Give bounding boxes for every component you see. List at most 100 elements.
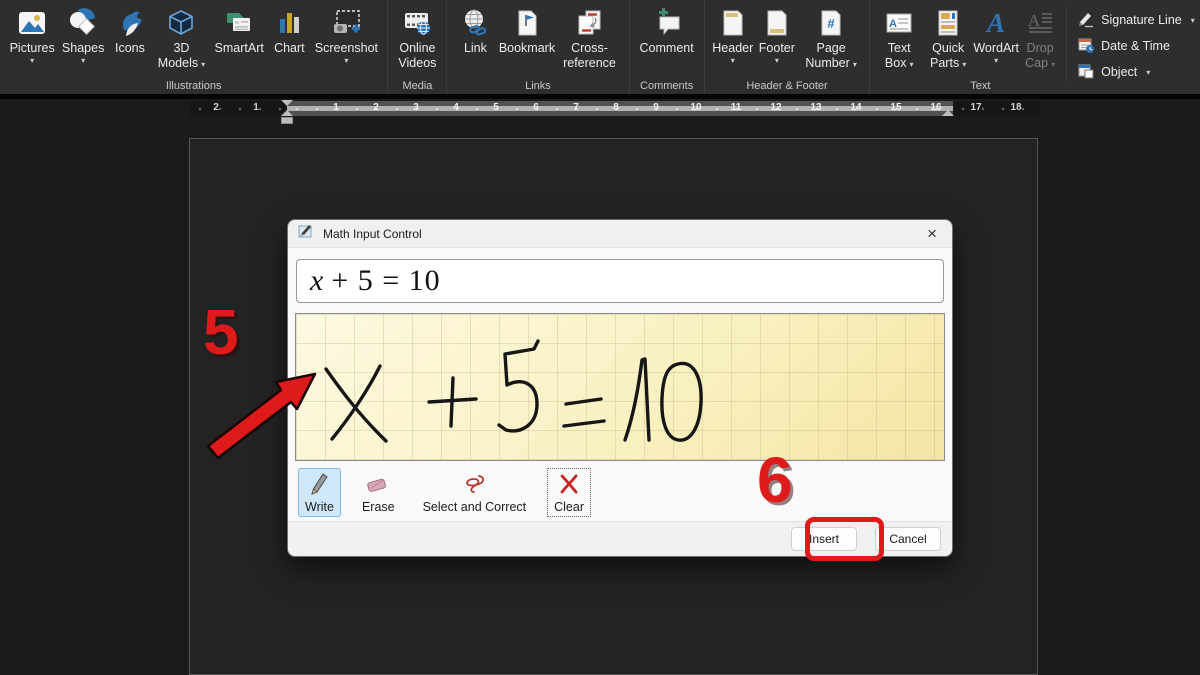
chevron-down-icon: ▾ [962,60,966,69]
ribbon-insert-tab: Pictures ▾ Shapes ▾ Icons 3D Mo [0,0,1200,94]
ribbon-group-comments: Comment Comments [630,0,705,94]
horizontal-ruler[interactable]: 2 1 1 2 3 4 5 6 7 8 9 10 11 12 13 14 15 … [190,101,1040,116]
eraser-icon [365,472,391,499]
group-label-text: Text [870,80,1090,92]
quick-parts-icon [933,7,963,39]
dialog-titlebar[interactable]: Math Input Control × [288,220,952,248]
ribbon-group-header-footer: Header ▾ Footer ▾ # Page Number▾ Header … [705,0,871,94]
header-button[interactable]: Header ▾ [711,5,755,67]
chart-button[interactable]: Chart [267,5,311,58]
svg-text:A: A [889,18,897,30]
chevron-down-icon: ▾ [201,60,205,69]
dialog-footer: Insert Cancel [288,521,952,556]
ribbon-group-media: Online Videos Media [388,0,447,94]
comment-icon [652,7,682,39]
chevron-down-icon: ▾ [731,57,735,65]
write-tool-button[interactable]: Write [298,468,341,517]
handwriting-canvas[interactable] [295,313,945,461]
math-input-icon [298,223,315,244]
ruler-right-margin: 17 18 [953,101,1040,116]
group-label-media: Media [388,80,446,92]
wordart-icon: A [981,7,1011,39]
group-label-header-footer: Header & Footer [705,80,870,92]
math-input-control-dialog: Math Input Control × x + 5 = 10 [287,219,953,557]
chevron-down-icon: ▾ [909,60,913,69]
group-label-links: Links [447,80,628,92]
signature-line-button[interactable]: Signature Line ▾ [1077,9,1195,31]
shapes-button[interactable]: Shapes ▾ [58,5,108,67]
cancel-button[interactable]: Cancel [875,527,941,551]
wordart-button[interactable]: A WordArt ▾ [974,5,1018,67]
lasso-icon [461,472,487,499]
text-group-side-column: Signature Line ▾ Date & Time Object ▾ [1066,5,1199,83]
date-time-icon [1077,36,1095,57]
smartart-button[interactable]: SmartArt [211,5,267,58]
insert-button[interactable]: Insert [791,527,857,551]
equation-preview: x + 5 = 10 [296,259,944,303]
group-label-comments: Comments [630,80,704,92]
erase-tool-button[interactable]: Erase [355,468,402,517]
date-time-button[interactable]: Date & Time [1077,35,1195,57]
first-line-indent-marker[interactable] [281,100,293,106]
signature-line-icon [1077,10,1095,31]
object-button[interactable]: Object ▾ [1077,61,1195,83]
chevron-down-icon: ▾ [344,57,348,65]
bookmark-button[interactable]: Bookmark [497,5,556,58]
group-label-illustrations: Illustrations [0,80,387,92]
word-window: Pictures ▾ Shapes ▾ Icons 3D Mo [0,0,1200,675]
3d-models-icon [166,7,196,39]
chevron-down-icon: ▾ [994,57,998,65]
quick-parts-button[interactable]: Quick Parts▾ [922,5,974,73]
icons-icon [115,7,145,39]
smartart-icon [224,7,254,39]
footer-button[interactable]: Footer ▾ [755,5,799,67]
close-icon[interactable]: × [924,225,940,242]
clear-tool-button[interactable]: Clear [547,468,591,517]
3d-models-button[interactable]: 3D Models▾ [152,5,211,73]
equation-rest: + 5 = 10 [331,264,440,298]
page-number-icon: # [816,7,846,39]
chart-icon [274,7,304,39]
chevron-down-icon: ▾ [30,57,34,65]
write-pencil-icon [308,472,330,499]
pictures-button[interactable]: Pictures ▾ [6,5,58,67]
svg-text:#: # [827,16,835,31]
cross-reference-icon [574,7,604,39]
online-videos-button[interactable]: Online Videos [394,5,440,73]
ribbon-group-text: A Text Box▾ Quick Parts▾ A WordArt ▾ A [870,0,1200,94]
chevron-down-icon: ▾ [1146,69,1150,77]
shapes-icon [68,7,98,39]
left-indent-marker[interactable] [281,117,293,124]
dialog-title: Math Input Control [323,227,422,241]
ink-toolbar: Write Erase Select and Correct [288,461,952,523]
link-icon [460,7,490,39]
page-number-button[interactable]: # Page Number▾ [799,5,863,73]
comment-button[interactable]: Comment [636,5,698,58]
screenshot-button[interactable]: Screenshot ▾ [311,5,381,67]
right-indent-marker[interactable] [942,110,954,116]
svg-text:A: A [985,8,1005,38]
text-box-icon: A [884,7,914,39]
chevron-down-icon: ▾ [1191,17,1195,25]
screenshot-icon [330,7,362,39]
chevron-down-icon: ▾ [1051,60,1055,69]
chevron-down-icon: ▾ [853,60,857,69]
cross-reference-button[interactable]: Cross-reference [556,5,622,73]
pictures-icon [17,7,47,39]
text-box-button[interactable]: A Text Box▾ [876,5,922,73]
equation-variable: x [310,264,323,298]
chevron-down-icon: ▾ [81,57,85,65]
chevron-down-icon: ▾ [775,57,779,65]
svg-text:A: A [1028,11,1041,30]
drop-cap-button[interactable]: A Drop Cap▾ [1018,5,1062,73]
handwriting-ink [296,314,946,460]
icons-button[interactable]: Icons [108,5,152,58]
hanging-indent-marker[interactable] [281,110,293,116]
footer-icon [762,7,792,39]
online-videos-icon [402,7,432,39]
clear-x-icon [557,472,581,499]
link-button[interactable]: Link [453,5,497,58]
header-icon [718,7,748,39]
bookmark-icon [512,7,542,39]
select-and-correct-tool-button[interactable]: Select and Correct [416,468,534,517]
